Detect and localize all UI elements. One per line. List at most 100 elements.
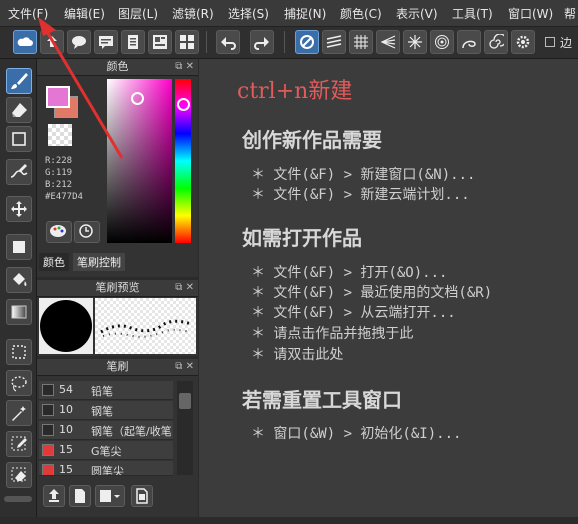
panel-float-close-icon[interactable]: ⧉ ✕: [175, 280, 194, 296]
select-eraser-tool-icon[interactable]: [6, 462, 32, 488]
brush-menu-icon[interactable]: [95, 485, 125, 507]
menu-color[interactable]: 颜色(C): [340, 5, 382, 22]
instruction-item: ＊ 请双击此处: [251, 347, 344, 363]
color-history-icon[interactable]: [74, 221, 100, 243]
magic-wand-tool-icon[interactable]: [6, 400, 32, 426]
menu-window[interactable]: 窗口(W): [508, 5, 553, 22]
new-brush-icon[interactable]: [69, 485, 91, 507]
menu-layer[interactable]: 图层(L): [118, 5, 158, 22]
page-layout-icon[interactable]: [148, 30, 172, 54]
instruction-item: ＊ 请点击作品并拖拽于此: [251, 326, 414, 342]
brush-preview-panel: 笔刷预览 ⧉ ✕: [37, 280, 198, 356]
brush-row[interactable]: 54 铅笔: [39, 381, 173, 400]
color-picker-cursor[interactable]: [131, 92, 144, 105]
brush-stroke-preview: [95, 298, 196, 354]
brush-size: 10: [59, 423, 73, 436]
color-panel-header: 颜色 ⧉ ✕: [37, 59, 198, 76]
move-tool-icon[interactable]: [6, 196, 32, 222]
palette-icon[interactable]: [46, 221, 72, 243]
fill-shape-tool-icon[interactable]: [6, 234, 32, 260]
gradient-tool-icon[interactable]: [6, 299, 32, 325]
menu-edit[interactable]: 编辑(E): [64, 5, 105, 22]
brush-list-scrollbar[interactable]: [177, 381, 193, 475]
bucket-fill-tool-icon[interactable]: [6, 267, 32, 293]
rectangle-select-tool-icon[interactable]: [6, 339, 32, 365]
radial-lines-icon[interactable]: [403, 30, 427, 54]
select-pen-tool-icon[interactable]: [6, 431, 32, 457]
foreground-color-swatch-top[interactable]: [46, 86, 70, 108]
instruction-item: ＊ 窗口(&W) > 初始化(&I)...: [251, 426, 462, 442]
grid-snap-icon[interactable]: [349, 30, 373, 54]
brush-color-swatch: [42, 384, 54, 396]
eraser-tool-icon[interactable]: [6, 97, 32, 123]
brush-row[interactable]: 10 钢笔: [39, 401, 173, 420]
color-panel-title: 颜色: [106, 60, 129, 73]
no-snap-icon[interactable]: [295, 30, 319, 54]
lasso-select-tool-icon[interactable]: [6, 370, 32, 396]
section-new-work-title: 创作新作品需要: [242, 128, 382, 152]
snap-edge-checkbox[interactable]: [545, 37, 555, 47]
brush-color-swatch: [42, 424, 54, 436]
cloud-icon[interactable]: [13, 30, 37, 54]
instruction-item: ＊ 文件(&F) > 从云端打开...: [251, 305, 456, 321]
menu-view[interactable]: 表示(V): [396, 5, 438, 22]
brush-row[interactable]: 15 圆笔尖: [39, 461, 173, 476]
toolbox-scroll-handle[interactable]: [4, 496, 32, 502]
tool-palette: [0, 59, 37, 517]
document-icon[interactable]: [121, 30, 145, 54]
tab-color[interactable]: 颜色: [39, 253, 69, 271]
brush-size: 15: [59, 443, 73, 456]
menu-filter[interactable]: 滤镜(R): [172, 5, 214, 22]
menu-select[interactable]: 选择(S): [228, 5, 269, 22]
brush-row[interactable]: 10 钢笔（起笔/收笔: [39, 421, 173, 440]
brush-row[interactable]: 15 G笔尖: [39, 441, 173, 460]
redo-icon[interactable]: [250, 30, 274, 54]
scrollbar-thumb[interactable]: [179, 393, 191, 409]
rectangle-tool-icon[interactable]: [6, 126, 32, 152]
instruction-item: ＊ 文件(&F) > 打开(&O)...: [251, 265, 448, 281]
add-brush-icon[interactable]: [43, 485, 65, 507]
toolbar-divider: [206, 31, 207, 53]
undo-icon[interactable]: [216, 30, 240, 54]
brush-tip-preview: [39, 298, 93, 354]
brush-size: 15: [59, 463, 73, 476]
snap-edge-label: 边: [560, 36, 573, 50]
grid-layout-icon[interactable]: [175, 30, 199, 54]
gear-icon[interactable]: [511, 30, 535, 54]
transparent-color-swatch[interactable]: [48, 124, 72, 146]
toolbar-divider: [284, 31, 285, 53]
comment-icon[interactable]: [94, 30, 118, 54]
brush-color-swatch: [42, 404, 54, 416]
hex-value: #E477D4: [45, 192, 83, 202]
converging-lines-icon[interactable]: [376, 30, 400, 54]
brush-preview-header: 笔刷预览 ⧉ ✕: [37, 280, 198, 297]
brush-name: 圆笔尖: [91, 465, 124, 476]
red-value: R:228: [45, 156, 73, 166]
speech-bubble-icon[interactable]: [67, 30, 91, 54]
brush-panel-header: 笔刷 ⧉ ✕: [37, 359, 198, 376]
menu-file[interactable]: 文件(F): [8, 5, 48, 22]
concentric-circles-icon[interactable]: [430, 30, 454, 54]
menu-help[interactable]: 帮: [564, 5, 576, 22]
brush-tool-icon[interactable]: [6, 68, 32, 94]
hue-slider-handle[interactable]: [177, 98, 190, 111]
pen-line-tool-icon[interactable]: [6, 159, 32, 185]
brush-size: 54: [59, 383, 73, 396]
parallel-lines-snap-icon[interactable]: [322, 30, 346, 54]
menu-snap[interactable]: 捕捉(N): [284, 5, 326, 22]
menu-tool[interactable]: 工具(T): [452, 5, 493, 22]
brush-panel-title: 笔刷: [106, 360, 129, 373]
tab-brush-control[interactable]: 笔刷控制: [73, 253, 125, 271]
spiral-snap-icon[interactable]: [484, 30, 508, 54]
canvas-area[interactable]: ctrl+n新建 创作新作品需要 ＊ 文件(&F) > 新建窗口(&N)... …: [199, 59, 578, 517]
brush-color-swatch: [42, 464, 54, 475]
menu-bar: 文件(F) 编辑(E) 图层(L) 滤镜(R) 选择(S) 捕捉(N) 颜色(C…: [0, 0, 578, 27]
color-values: R:228 G:119 B:212 #E477D4: [45, 155, 83, 203]
upload-icon[interactable]: [40, 30, 64, 54]
instruction-item: ＊ 文件(&F) > 最近使用的文档(&R): [251, 285, 493, 301]
brush-name: 铅笔: [91, 385, 113, 398]
panel-float-close-icon[interactable]: ⧉ ✕: [175, 359, 194, 375]
panel-float-close-icon[interactable]: ⧉ ✕: [175, 59, 194, 75]
brush-settings-icon[interactable]: [131, 485, 153, 507]
curve-snap-icon[interactable]: [457, 30, 481, 54]
